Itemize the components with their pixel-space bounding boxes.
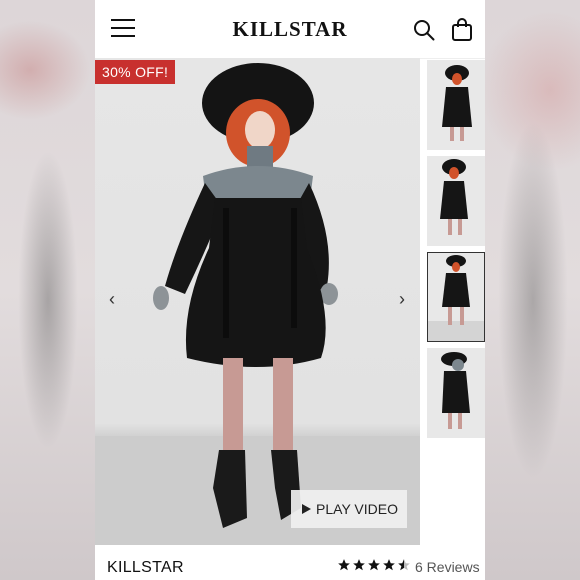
product-page: KILLSTAR 30% OFF! ‹ › PLAY VIDEO KILLSTA… [95, 0, 485, 580]
reviews-link[interactable]: 6 Reviews [415, 559, 480, 575]
product-summary: KILLSTAR 6 Reviews [95, 545, 485, 580]
product-image-gallery[interactable]: 30% OFF! ‹ › PLAY VIDEO [95, 58, 420, 545]
chevron-left-icon[interactable]: ‹ [104, 290, 120, 308]
play-video-label: PLAY VIDEO [316, 501, 398, 517]
star-icon [338, 559, 350, 571]
product-photo [95, 63, 420, 545]
star-icon [383, 559, 395, 571]
chevron-right-icon[interactable]: › [394, 290, 410, 308]
star-icon [368, 559, 380, 571]
play-video-button[interactable]: PLAY VIDEO [291, 490, 407, 528]
star-rating[interactable] [337, 558, 411, 572]
play-icon [302, 504, 312, 514]
product-brand[interactable]: KILLSTAR [107, 559, 184, 577]
discount-badge: 30% OFF! [95, 60, 176, 84]
thumbnail-3[interactable] [427, 252, 485, 342]
star-icon [353, 559, 365, 571]
shopping-bag-icon[interactable] [451, 18, 473, 42]
thumbnail-1[interactable] [427, 60, 485, 150]
thumbnail-4[interactable] [427, 348, 485, 438]
blurred-figure-right [498, 120, 568, 480]
site-header: KILLSTAR [95, 0, 485, 59]
search-icon[interactable] [413, 19, 435, 41]
blurred-figure-left [18, 150, 78, 450]
thumbnail-2[interactable] [427, 156, 485, 246]
half-star-icon [398, 559, 410, 571]
